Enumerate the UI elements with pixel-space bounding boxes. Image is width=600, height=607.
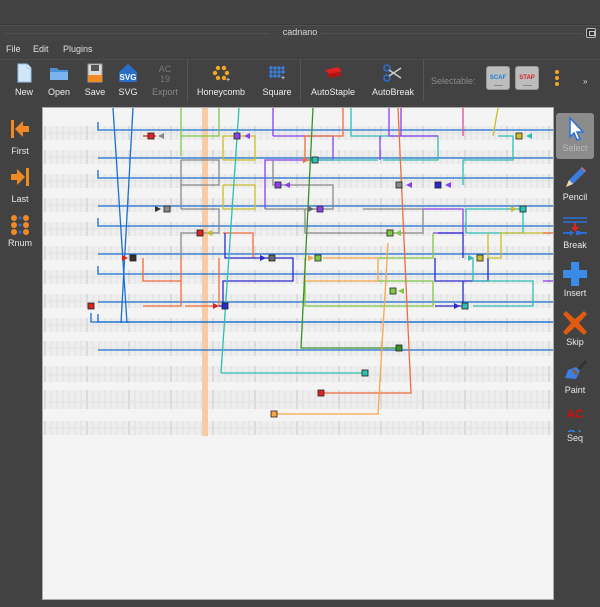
seq-tool-button[interactable]: ACGT Seq (556, 403, 594, 449)
scaffold-crossover (120, 108, 134, 324)
save-disk-icon (84, 63, 106, 83)
toolbar-overflow-button[interactable]: » (583, 77, 587, 86)
strand-endpoint (268, 254, 276, 262)
square-lattice-icon: + (266, 63, 288, 83)
strand-endpoint (476, 254, 484, 262)
square-button[interactable]: + Square (259, 63, 295, 103)
active-slice-handle (202, 108, 208, 436)
selectable-label: Selectable: (431, 76, 476, 86)
autobreak-button[interactable]: AutoBreak (369, 63, 417, 103)
strand-endpoint (361, 369, 369, 377)
svg-text:GT: GT (567, 427, 584, 432)
menu-edit[interactable]: Edit (33, 44, 49, 54)
window-title: cadnano (282, 27, 318, 37)
svg-text:SVG: SVG (120, 73, 137, 82)
honeycomb-icon: + (210, 63, 232, 84)
toolbar-separator (423, 60, 424, 102)
menu-plugins[interactable]: Plugins (63, 44, 93, 54)
strand-endpoint (434, 181, 442, 189)
strand-endpoint (311, 156, 319, 164)
staple-filter-button[interactable]: STAP (515, 66, 539, 90)
renumber-icon (0, 213, 40, 237)
strand-endpoint (196, 229, 204, 237)
top-strip (0, 0, 600, 25)
open-folder-icon (48, 63, 70, 83)
first-arrow-icon (0, 118, 40, 142)
svg-text:AC: AC (159, 64, 172, 74)
title-bar: cadnano (0, 25, 600, 41)
strand-endpoint (316, 205, 324, 213)
strand-5prime-arrow (398, 288, 404, 294)
break-icon (562, 213, 588, 239)
svg-text:+: + (281, 75, 285, 82)
strand-endpoint (270, 410, 278, 418)
export-sequence-icon: AC 19 (154, 63, 176, 84)
select-tool-button[interactable]: Select (556, 113, 594, 159)
strand-endpoint (163, 205, 171, 213)
honeycomb-button[interactable]: + Honeycomb (193, 63, 249, 103)
skip-tool-button[interactable]: Skip (556, 307, 594, 353)
insert-plus-icon (562, 261, 588, 287)
strand-endpoint (461, 302, 469, 310)
paint-brush-icon (562, 358, 588, 384)
strand-endpoint (515, 132, 523, 140)
title-dots-right (320, 33, 582, 34)
scissors-icon (382, 63, 404, 83)
svg-text:+: + (226, 77, 230, 83)
svg-text:AC: AC (566, 407, 584, 421)
last-arrow-icon (0, 166, 40, 190)
strand-endpoint (395, 344, 403, 352)
pencil-tool-button[interactable]: Pencil (556, 162, 594, 208)
export-button[interactable]: AC 19 Export (148, 63, 182, 103)
toolbar-separator (300, 60, 301, 102)
sequence-icon: AC GT (562, 406, 588, 441)
open-button[interactable]: Open (46, 63, 72, 103)
new-document-icon (13, 63, 35, 83)
insert-tool-button[interactable]: Insert (556, 258, 594, 304)
svg-button[interactable]: SVG SVG (116, 63, 140, 103)
restore-window-button[interactable] (586, 28, 596, 38)
select-arrow-icon (562, 116, 588, 142)
more-filters-icon[interactable] (555, 70, 559, 88)
scaffold-filter-button[interactable]: SCAF (486, 66, 510, 90)
autostaple-button[interactable]: AutoStaple (306, 63, 360, 103)
strand-endpoint (129, 254, 137, 262)
save-button[interactable]: Save (83, 63, 107, 103)
first-button[interactable]: First (0, 118, 40, 156)
strand-endpoint (395, 181, 403, 189)
strand-endpoint (221, 302, 229, 310)
skip-x-icon (562, 310, 588, 336)
strand-endpoint (519, 205, 527, 213)
paint-tool-button[interactable]: Paint (556, 355, 594, 401)
strand-endpoint (147, 132, 155, 140)
menu-bar: File Edit Plugins (0, 42, 600, 58)
pencil-icon (562, 165, 588, 191)
strand-endpoint (389, 287, 397, 295)
scaffold-crossover (112, 108, 128, 324)
stapler-icon (322, 63, 344, 83)
menu-file[interactable]: File (6, 44, 21, 54)
path-view-canvas[interactable] (42, 107, 554, 600)
last-button[interactable]: Last (0, 166, 40, 204)
staple-strand (220, 108, 240, 374)
strand-endpoint (233, 132, 241, 140)
rnum-button[interactable]: Rnum (0, 213, 40, 248)
strand-endpoint (87, 302, 95, 310)
strand-endpoint (274, 181, 282, 189)
svg-text:19: 19 (160, 74, 170, 83)
toolbar-separator (187, 60, 188, 102)
strand-endpoint (386, 229, 394, 237)
strand-endpoint (314, 254, 322, 262)
path-view-svg[interactable] (43, 108, 554, 600)
svg-export-icon: SVG (117, 63, 139, 83)
break-tool-button[interactable]: Break (556, 210, 594, 256)
new-button[interactable]: New (12, 63, 36, 103)
strand-endpoint (317, 389, 325, 397)
